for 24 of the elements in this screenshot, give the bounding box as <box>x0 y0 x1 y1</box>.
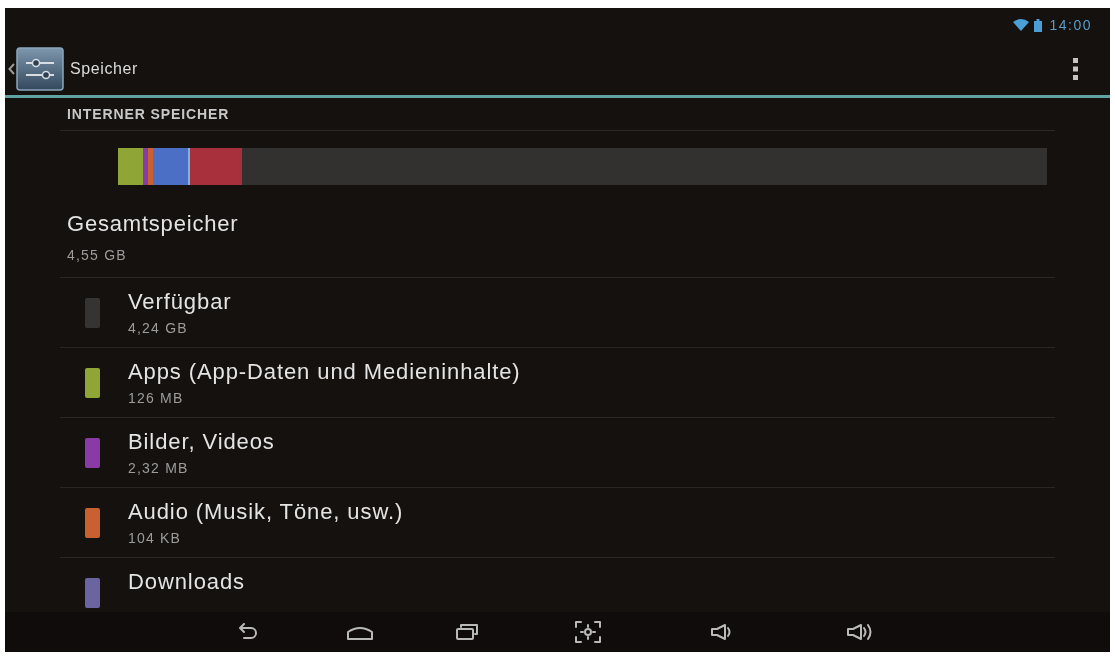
chevron-left-icon <box>8 62 15 75</box>
home-icon <box>346 624 374 640</box>
category-size: 104 KB <box>128 530 182 547</box>
total-storage-value: 4,55 GB <box>67 247 127 264</box>
sliders-tile-icon <box>16 46 64 91</box>
category-title[interactable]: Audio (Musik, Töne, usw.) <box>128 499 404 525</box>
category-title[interactable]: Bilder, Videos <box>128 429 275 455</box>
category-title[interactable]: Apps (App-Daten und Medieninhalte) <box>128 359 521 385</box>
category-size: 126 MB <box>128 390 184 407</box>
wifi-icon <box>1013 19 1030 31</box>
back-icon <box>236 623 260 641</box>
total-storage-label: Gesamtspeicher <box>67 211 239 237</box>
clock-time: 14:00 <box>1049 15 1092 35</box>
recent-apps-icon <box>455 623 479 641</box>
battery-icon <box>1034 18 1043 32</box>
category-title[interactable]: Verfügbar <box>128 289 232 315</box>
category-size: 4,24 GB <box>128 320 188 337</box>
more-vertical-icon <box>1073 57 1078 80</box>
screenshot-icon <box>574 620 602 644</box>
screen-title: Speicher <box>70 58 138 79</box>
category-size: 2,32 MB <box>128 460 189 477</box>
category-title[interactable]: Downloads <box>128 569 245 595</box>
section-heading: INTERNER SPEICHER <box>66 104 230 124</box>
volume-up-icon <box>846 622 874 642</box>
